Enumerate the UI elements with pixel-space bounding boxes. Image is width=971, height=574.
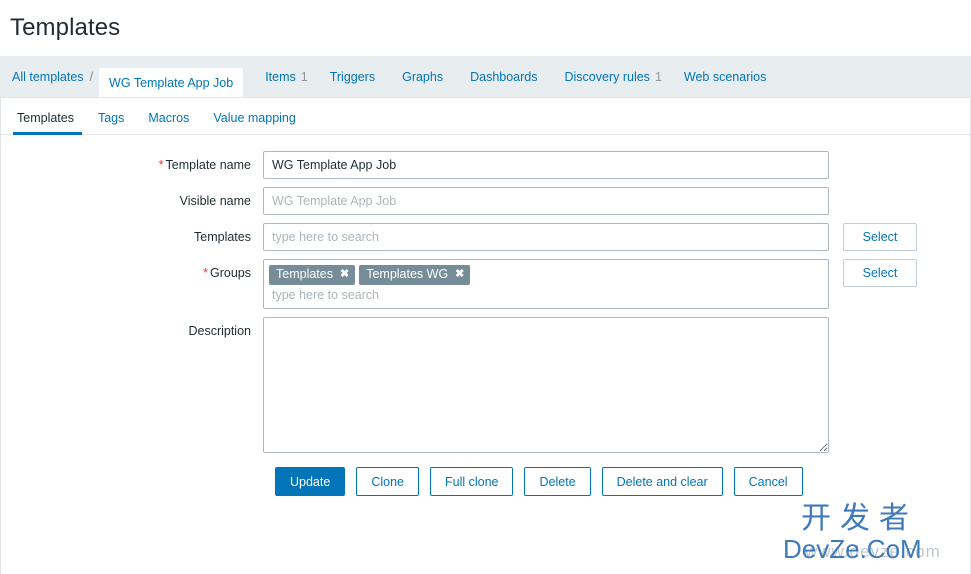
control-visible-name [263,187,829,215]
groups-select-button[interactable]: Select [843,259,917,287]
breadcrumb-tab-triggers[interactable]: Triggers [330,56,380,97]
label-templates: Templates [1,223,263,251]
breadcrumb-tab-items-label: Items [265,69,296,84]
group-chip-templates-wg-label: Templates WG [366,267,449,281]
breadcrumb-all-templates[interactable]: All templates [12,70,84,84]
tab-tags[interactable]: Tags [86,111,136,134]
group-chip-templates: Templates ✖ [269,265,356,285]
breadcrumb-tab-discovery-rules[interactable]: Discovery rules 1 [565,56,662,97]
form-action-buttons: Update Clone Full clone Delete Delete an… [1,467,970,496]
breadcrumb-separator: / [89,69,94,84]
breadcrumb-current-template[interactable]: WG Template App Job [99,68,244,97]
visible-name-input[interactable] [263,187,829,215]
required-asterisk-groups: * [203,266,208,280]
label-template-name-text: Template name [165,158,251,172]
breadcrumb-tab-web-scenarios[interactable]: Web scenarios [684,56,771,97]
close-icon[interactable]: ✖ [455,267,464,282]
label-groups: * Groups [1,259,263,287]
required-asterisk-template-name: * [158,158,164,172]
field-row-template-name: * Template name [1,151,970,179]
group-chip-templates-label: Templates [276,267,333,281]
breadcrumb-tab-dashboards[interactable]: Dashboards [470,56,542,97]
breadcrumb-tab-items-count: 1 [300,69,308,84]
breadcrumb-path: All templates / [12,56,99,97]
form-tab-bar: Templates Tags Macros Value mapping [1,98,970,135]
label-visible-name-text: Visible name [179,194,251,208]
template-name-input[interactable] [263,151,829,179]
control-groups: Templates ✖ Templates WG ✖ Select [263,259,917,309]
close-icon[interactable]: ✖ [340,267,349,282]
template-form: *Template name Visible name Templates Se… [1,135,970,496]
groups-search-input[interactable] [269,287,818,302]
field-row-templates: Templates Select [1,223,970,251]
cancel-button[interactable]: Cancel [733,467,803,496]
group-chip-templates-wg: Templates WG ✖ [359,265,471,285]
templates-search-input[interactable] [263,223,829,251]
full-clone-button[interactable]: Full clone [429,467,514,496]
groups-multiselect[interactable]: Templates ✖ Templates WG ✖ [263,259,829,309]
content-panel: Templates Tags Macros Value mapping * Tem… [0,98,971,574]
delete-button[interactable]: Delete [524,467,591,496]
delete-and-clear-button[interactable]: Delete and clear [601,467,723,496]
label-template-name: * Template name [1,151,263,179]
label-visible-name: Visible name [1,187,263,215]
update-button[interactable]: Update [275,467,346,496]
breadcrumb-tab-web-scenarios-label: Web scenarios [683,69,767,84]
label-description-text: Description [188,324,251,338]
label-templates-text: Templates [194,230,251,244]
breadcrumb: All templates / WG Template App Job Item… [0,56,971,98]
field-row-description: Description [1,317,970,453]
breadcrumb-tab-graphs[interactable]: Graphs [402,56,448,97]
tab-macros[interactable]: Macros [136,111,201,134]
breadcrumb-tab-graphs-label: Graphs [402,69,444,84]
description-textarea[interactable] [263,317,829,453]
label-description: Description [1,317,263,345]
breadcrumb-tab-triggers-label: Triggers [329,69,376,84]
breadcrumb-tab-discovery-rules-count: 1 [654,69,662,84]
control-template-name [263,151,829,179]
field-row-visible-name: Visible name [1,187,970,215]
groups-chip-list: Templates ✖ Templates WG ✖ [269,265,823,285]
templates-select-button[interactable]: Select [843,223,917,251]
tab-value-mapping[interactable]: Value mapping [201,111,307,134]
clone-button[interactable]: Clone [356,467,419,496]
breadcrumb-tab-items[interactable]: Items 1 [265,56,308,97]
control-description [263,317,829,453]
field-row-groups: * Groups Templates ✖ Templates WG ✖ type… [1,259,970,309]
page-title: Templates [10,14,121,41]
control-templates: Select [263,223,917,251]
breadcrumb-tab-discovery-rules-label: Discovery rules [564,69,650,84]
page-header: Templates [0,0,971,56]
tab-templates[interactable]: Templates [13,111,86,135]
label-groups-text: Groups [210,266,251,280]
breadcrumb-tab-dashboards-label: Dashboards [470,69,538,84]
